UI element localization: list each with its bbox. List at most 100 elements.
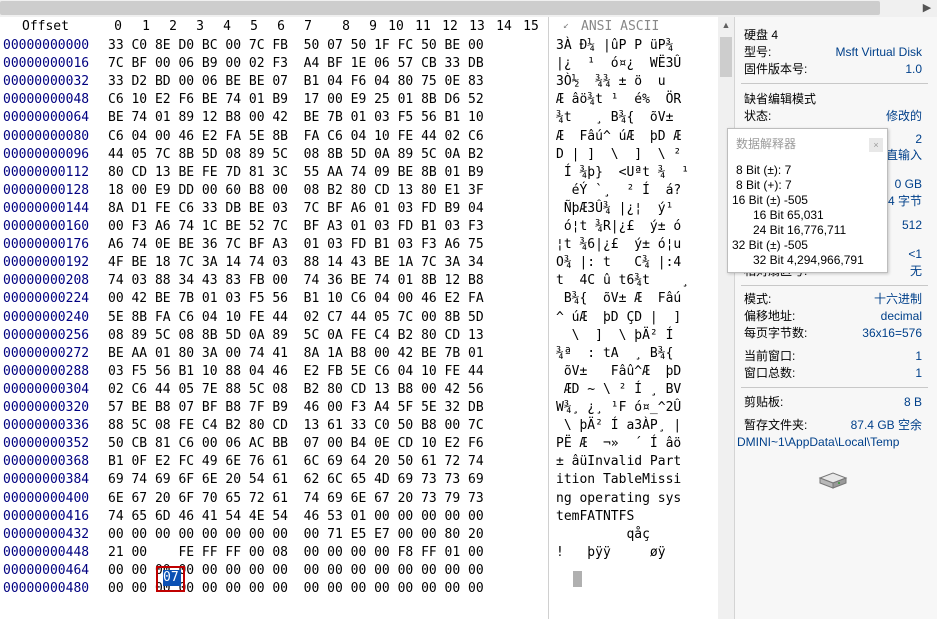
- row-ascii[interactable]: éÝ `¸ ² Í á?: [556, 182, 682, 200]
- hex-row[interactable]: 00000000448 21 00 FE FF FF 00 08 00 00 00…: [0, 544, 718, 562]
- offset-address-value[interactable]: decimal: [881, 308, 922, 325]
- data-interpreter-title[interactable]: 数据解释器: [728, 129, 887, 161]
- temp-folder-path[interactable]: DMINI~1\AppData\Local\Temp: [737, 434, 899, 451]
- hex-row[interactable]: 00000000000 33 C0 8E D0 BC 00 7C FB 50 07…: [0, 37, 718, 55]
- row-ascii[interactable]: ¦t ¾6|¿£ ý± ó¦u: [556, 236, 681, 254]
- hex-row[interactable]: 00000000304 02 C6 44 05 7E 88 5C 08 B2 80…: [0, 381, 718, 399]
- row-hex-bytes[interactable]: 21 00 FE FF FF 00 08 00 00 00 00 F8 FF 0…: [108, 544, 484, 562]
- row-ascii[interactable]: PË Æ ¬» ´ Í âö: [556, 435, 681, 453]
- row-ascii[interactable]: ng operating sys: [556, 490, 681, 508]
- row-hex-bytes[interactable]: B1 0F E2 FC 49 6E 76 61 6C 69 64 20 50 6…: [108, 453, 484, 471]
- hex-row[interactable]: 00000000016 7C BF 00 06 B9 00 02 F3 A4 BF…: [0, 55, 718, 73]
- vertical-scroll-thumb[interactable]: [720, 37, 732, 77]
- row-hex-bytes[interactable]: 00 00 00 00 00 00 00 00 00 71 E5 E7 00 0…: [108, 526, 484, 544]
- row-hex-bytes[interactable]: C6 04 00 46 E2 FA 5E 8B FA C6 04 10 FE 4…: [108, 128, 484, 146]
- row-ascii[interactable]: õV± Fâû^Æ þD: [556, 363, 681, 381]
- hex-row[interactable]: 00000000080 C6 04 00 46 E2 FA 5E 8B FA C6…: [0, 128, 718, 146]
- row-ascii[interactable]: ^ úÆ þD ÇD | ]: [556, 309, 681, 327]
- hex-row[interactable]: 00000000192 4F BE 18 7C 3A 14 74 03 88 14…: [0, 254, 718, 272]
- data-interpreter-popup[interactable]: 数据解释器 × 8 Bit (±): 7 8 Bit (+): 7 16 Bit…: [727, 128, 888, 273]
- row-hex-bytes[interactable]: 03 F5 56 B1 10 88 04 46 E2 FB 5E C6 04 1…: [108, 363, 484, 381]
- row-ascii[interactable]: ó¦t ¾R|¿£ ý± ó: [556, 218, 681, 236]
- hex-row[interactable]: 00000000224 00 42 BE 7B 01 03 F5 56 B1 10…: [0, 290, 718, 308]
- hex-row[interactable]: 00000000032 33 D2 BD 00 06 BE BE 07 B1 04…: [0, 73, 718, 91]
- row-ascii[interactable]: ÆD ~ \ ² Í ¸ BV: [556, 381, 681, 399]
- hex-row[interactable]: 00000000176 A6 74 0E BE 36 7C BF A3 01 03…: [0, 236, 718, 254]
- row-hex-bytes[interactable]: 6E 67 20 6F 70 65 72 61 74 69 6E 67 20 7…: [108, 490, 484, 508]
- scroll-right-arrow-icon[interactable]: ▶: [917, 0, 937, 17]
- selected-byte[interactable]: 07: [163, 570, 181, 586]
- hex-row[interactable]: 00000000048 C6 10 E2 F6 BE 74 01 B9 17 00…: [0, 91, 718, 109]
- hex-row[interactable]: 00000000096 44 05 7C 8B 5D 08 89 5C 08 8B…: [0, 146, 718, 164]
- row-hex-bytes[interactable]: 69 74 69 6F 6E 20 54 61 62 6C 65 4D 69 7…: [108, 471, 484, 489]
- hex-row[interactable]: 00000000336 88 5C 08 FE C4 B2 80 CD 13 61…: [0, 417, 718, 435]
- row-ascii[interactable]: W¾¸ ¿¸ ¹F ó¤_^2Û: [556, 399, 681, 417]
- close-icon[interactable]: ×: [869, 138, 883, 152]
- row-hex-bytes[interactable]: A6 74 0E BE 36 7C BF A3 01 03 FD B1 03 F…: [108, 236, 484, 254]
- row-ascii[interactable]: ÑþÆ3Û¾ |¿¦ ý¹: [556, 200, 681, 218]
- row-hex-bytes[interactable]: 33 C0 8E D0 BC 00 7C FB 50 07 50 1F FC 5…: [108, 37, 484, 55]
- row-hex-bytes[interactable]: 7C BF 00 06 B9 00 02 F3 A4 BF 1E 06 57 C…: [108, 55, 484, 73]
- row-ascii[interactable]: 3Ò½ ¾¾ ± ö u: [556, 73, 681, 91]
- horizontal-scroll-thumb[interactable]: [0, 1, 880, 15]
- row-hex-bytes[interactable]: 57 BE B8 07 BF B8 7F B9 46 00 F3 A4 5F 5…: [108, 399, 484, 417]
- row-hex-bytes[interactable]: 02 C6 44 05 7E 88 5C 08 B2 80 CD 13 B8 0…: [108, 381, 484, 399]
- row-ascii[interactable]: ¾ª : tA ¸ B¾{: [556, 345, 681, 363]
- row-ascii[interactable]: |¿ ¹ ó¤¿ WË3Û: [556, 55, 681, 73]
- row-hex-bytes[interactable]: 8A D1 FE C6 33 DB BE 03 7C BF A6 01 03 F…: [108, 200, 484, 218]
- row-hex-bytes[interactable]: 80 CD 13 BE FE 7D 81 3C 55 AA 74 09 BE 8…: [108, 164, 484, 182]
- hex-row[interactable]: 00000000368 B1 0F E2 FC 49 6E 76 61 6C 69…: [0, 453, 718, 471]
- hex-row[interactable]: 00000000320 57 BE B8 07 BF B8 7F B9 46 00…: [0, 399, 718, 417]
- hex-row[interactable]: 00000000064 BE 74 01 89 12 B8 00 42 BE 7B…: [0, 109, 718, 127]
- scroll-up-arrow-icon[interactable]: ▲: [718, 17, 734, 33]
- hex-row[interactable]: 00000000208 74 03 88 34 43 83 FB 00 74 36…: [0, 272, 718, 290]
- row-hex-bytes[interactable]: 74 65 6D 46 41 54 4E 54 46 53 01 00 00 0…: [108, 508, 484, 526]
- row-ascii[interactable]: ± âüInvalid Part: [556, 453, 681, 471]
- hex-row[interactable]: 00000000160 00 F3 A6 74 1C BE 52 7C BF A3…: [0, 218, 718, 236]
- hex-row[interactable]: 00000000416 74 65 6D 46 41 54 4E 54 46 53…: [0, 508, 718, 526]
- row-ascii[interactable]: Í ¾þ} <Uªt ¾ ¹: [556, 164, 689, 182]
- horizontal-scrollbar[interactable]: ▶: [0, 0, 937, 17]
- row-hex-bytes[interactable]: 88 5C 08 FE C4 B2 80 CD 13 61 33 C0 50 B…: [108, 417, 484, 435]
- row-ascii[interactable]: D | ] \ ] \ ²: [556, 146, 681, 164]
- row-hex-bytes[interactable]: 50 CB 81 C6 00 06 AC BB 07 00 B4 0E CD 1…: [108, 435, 484, 453]
- row-hex-bytes[interactable]: BE 74 01 89 12 B8 00 42 BE 7B 01 03 F5 5…: [108, 109, 484, 127]
- row-hex-bytes[interactable]: BE AA 01 80 3A 00 74 41 8A 1A B8 00 42 B…: [108, 345, 484, 363]
- bytes-per-page-value[interactable]: 36x16=576: [862, 325, 922, 342]
- hex-row[interactable]: 00000000144 8A D1 FE C6 33 DB BE 03 7C BF…: [0, 200, 718, 218]
- row-ascii[interactable]: 3À Ð¼ |ûP P üP¾: [556, 37, 673, 55]
- hex-row[interactable]: 00000000400 6E 67 20 6F 70 65 72 61 74 69…: [0, 490, 718, 508]
- row-ascii[interactable]: qåç: [556, 526, 689, 544]
- hex-row[interactable]: 00000000384 69 74 69 6F 6E 20 54 61 62 6C…: [0, 471, 718, 489]
- hex-row[interactable]: 00000000288 03 F5 56 B1 10 88 04 46 E2 FB…: [0, 363, 718, 381]
- hex-row[interactable]: 00000000480 00 00 00 00 00 00 00 00 00 00…: [0, 580, 718, 598]
- row-ascii[interactable]: \ þÄ² Í a3ÀP¸ |: [556, 417, 681, 435]
- row-hex-bytes[interactable]: 33 D2 BD 00 06 BE BE 07 B1 04 F6 04 80 7…: [108, 73, 484, 91]
- row-ascii[interactable]: Æ âö¾t ¹ é% ÖR: [556, 91, 681, 109]
- hex-row[interactable]: 00000000352 50 CB 81 C6 00 06 AC BB 07 00…: [0, 435, 718, 453]
- row-hex-bytes[interactable]: 74 03 88 34 43 83 FB 00 74 36 BE 74 01 8…: [108, 272, 484, 290]
- row-ascii[interactable]: \ ] \ þÄ² Í: [556, 327, 681, 345]
- row-hex-bytes[interactable]: 08 89 5C 08 8B 5D 0A 89 5C 0A FE C4 B2 8…: [108, 327, 484, 345]
- row-hex-bytes[interactable]: 4F BE 18 7C 3A 14 74 03 88 14 43 BE 1A 7…: [108, 254, 484, 272]
- row-hex-bytes[interactable]: 18 00 E9 DD 00 60 B8 00 08 B2 80 CD 13 8…: [108, 182, 484, 200]
- hex-editor-view[interactable]: Offset 0 1 2 3 4 5 6 7 8 9 10 11 12 13 14 15 ↙ ANSI ASC…: [0, 17, 718, 619]
- vertical-scrollbar[interactable]: ▲: [718, 17, 734, 619]
- hex-row[interactable]: 00000000432 00 00 00 00 00 00 00 00 00 71…: [0, 526, 718, 544]
- hex-row[interactable]: 00000000464 00 00 00 00 00 00 00 00 00 00…: [0, 562, 718, 580]
- row-ascii[interactable]: t 4C û t6¾t ¸: [556, 272, 689, 290]
- row-hex-bytes[interactable]: 5E 8B FA C6 04 10 FE 44 02 C7 44 05 7C 0…: [108, 309, 484, 327]
- hex-row[interactable]: 00000000272 BE AA 01 80 3A 00 74 41 8A 1A…: [0, 345, 718, 363]
- hex-row[interactable]: 00000000112 80 CD 13 BE FE 7D 81 3C 55 AA…: [0, 164, 718, 182]
- row-ascii[interactable]: O¾ |: t C¾ |:4: [556, 254, 681, 272]
- row-hex-bytes[interactable]: 00 F3 A6 74 1C BE 52 7C BF A3 01 03 FD B…: [108, 218, 484, 236]
- row-ascii[interactable]: temFATNTFS: [556, 508, 681, 526]
- hex-row[interactable]: 00000000256 08 89 5C 08 8B 5D 0A 89 5C 0A…: [0, 327, 718, 345]
- row-ascii[interactable]: B¾{ õV± Æ Fâú: [556, 290, 681, 308]
- row-ascii[interactable]: ¾t ¸ B¾{ õV±: [556, 109, 681, 127]
- row-hex-bytes[interactable]: 00 42 BE 7B 01 03 F5 56 B1 10 C6 04 00 4…: [108, 290, 484, 308]
- hex-row[interactable]: 00000000128 18 00 E9 DD 00 60 B8 00 08 B2…: [0, 182, 718, 200]
- row-ascii[interactable]: ition TableMissi: [556, 471, 681, 489]
- row-hex-bytes[interactable]: C6 10 E2 F6 BE 74 01 B9 17 00 E9 25 01 8…: [108, 91, 484, 109]
- row-hex-bytes[interactable]: 44 05 7C 8B 5D 08 89 5C 08 8B 5D 0A 89 5…: [108, 146, 484, 164]
